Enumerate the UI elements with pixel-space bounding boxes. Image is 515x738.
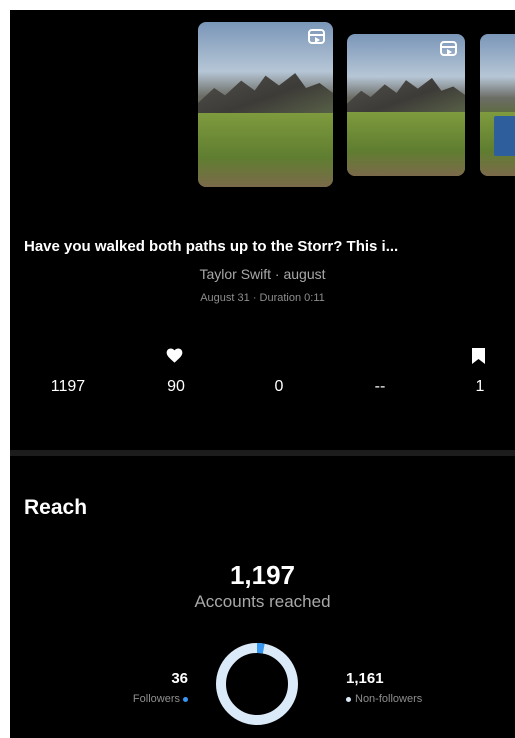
likes-count: 90 [167, 378, 185, 395]
followers-dot [183, 696, 188, 702]
reel-date-duration: August 31 · Duration 0:11 [200, 292, 325, 304]
heart-icon [166, 348, 183, 363]
reel-insights-screen: Have you walked both paths up to the Sto… [10, 10, 515, 738]
accounts-reached-value: 1,197 [229, 560, 296, 590]
reel-thumbnail[interactable] [198, 22, 333, 187]
bookmark-icon [472, 348, 485, 364]
reach-donut-chart [216, 643, 298, 725]
followers-legend: Followers [90, 693, 188, 705]
reel-thumbnail[interactable] [347, 34, 465, 176]
comments-count: 0 [274, 378, 284, 395]
reel-thumbnail[interactable] [480, 34, 515, 176]
reach-title: Reach [24, 496, 88, 519]
nonfollowers-value: 1,161 [346, 670, 384, 687]
nonfollowers-dot [346, 696, 351, 702]
nonfollowers-arc [216, 643, 298, 725]
nonfollowers-legend: Non-followers [346, 693, 422, 705]
nonfollowers-label: Non-followers [355, 693, 423, 705]
followers-value: 36 [171, 670, 188, 687]
saves-count: 1 [475, 378, 485, 395]
reel-caption[interactable]: Have you walked both paths up to the Sto… [24, 238, 509, 255]
reel-icon [440, 41, 457, 56]
section-divider [10, 450, 515, 456]
followers-label: Followers [132, 693, 180, 705]
accounts-reached-label: Accounts reached [194, 592, 331, 611]
plays-count: 1197 [50, 378, 86, 395]
audio-credit[interactable]: Taylor Swift · august [10, 266, 515, 282]
reel-thumbnails [10, 22, 515, 202]
reel-icon [308, 29, 325, 44]
shares-count: -- [374, 378, 386, 395]
